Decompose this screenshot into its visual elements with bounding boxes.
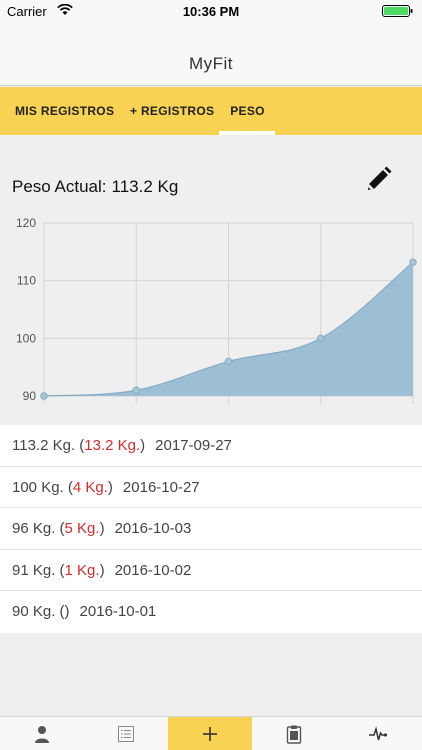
history-row[interactable]: 100 Kg. (4 Kg.) 2016-10-27 [0, 467, 422, 508]
chart-y-tick-label: 100 [16, 331, 36, 345]
chart-point [409, 258, 417, 266]
chart-y-tick-label: 110 [17, 274, 36, 288]
bottom-tab-bar [0, 716, 422, 750]
row-diff: 13.2 Kg. [84, 437, 141, 454]
chart-y-tick-label: 120 [16, 216, 36, 230]
navigation-bar: MyFit [0, 22, 422, 86]
history-row[interactable]: 91 Kg. (1 Kg.) 2016-10-02 [0, 550, 422, 591]
tab-mis-registros[interactable]: MIS REGISTROS [15, 87, 114, 135]
chart-y-ticks: 90 100 110 120 [16, 216, 36, 403]
segment-tab-bar: MIS REGISTROS + REGISTROS PESO [0, 87, 422, 135]
bottom-tab-profile[interactable] [0, 717, 84, 750]
row-weight: 91 Kg. [12, 561, 56, 579]
row-weight: 90 Kg. [12, 603, 56, 620]
weight-chart: 90 100 110 120 [16, 216, 417, 404]
row-weight: 100 Kg. [12, 478, 64, 496]
weight-header: Peso Actual: 113.2 Kg [0, 135, 422, 207]
row-date: 2016-10-27 [122, 478, 200, 496]
row-weight: 113.2 Kg. [12, 437, 76, 454]
chart-point [317, 334, 325, 343]
history-row[interactable]: 96 Kg. (5 Kg.) 2016-10-03 [0, 508, 422, 550]
plus-icon [203, 726, 217, 741]
current-weight-value: 113.2 Kg [111, 177, 179, 196]
row-date: 2016-10-02 [114, 561, 192, 579]
bottom-tab-list[interactable] [84, 717, 168, 750]
chart-point [224, 357, 233, 366]
weight-history-list: 113.2 Kg. (13.2 Kg.) 2017-09-27 100 Kg. (… [0, 425, 422, 633]
status-bar: Carrier 10:36 PM [0, 0, 422, 22]
row-date: 2017-09-27 [155, 437, 232, 454]
bottom-tab-clipboard[interactable] [252, 717, 336, 750]
person-icon [35, 725, 49, 743]
row-weight: 96 Kg. [12, 520, 56, 537]
status-time: 10:36 PM [182, 4, 240, 19]
bottom-tab-add[interactable] [168, 717, 252, 750]
row-diff: 4 Kg. [72, 478, 108, 496]
chart-y-tick-label: 90 [23, 389, 37, 403]
row-date: 2016-10-03 [114, 520, 192, 537]
current-weight-label: Peso Actual: [12, 177, 107, 196]
list-icon [118, 725, 134, 742]
clipboard-icon [286, 725, 302, 744]
app-title: MyFit [188, 54, 234, 73]
pencil-icon[interactable] [364, 166, 392, 194]
bottom-tab-activity[interactable] [336, 717, 420, 750]
tab-peso[interactable]: PESO [220, 87, 275, 135]
heartbeat-icon [369, 725, 388, 740]
battery-icon [382, 5, 413, 17]
history-list-container: 113.2 Kg. (13.2 Kg.) 2017-09-27 100 Kg. (… [0, 425, 422, 633]
screen: Carrier 10:36 PM MyFit MIS REGISTROS + R… [0, 0, 422, 750]
row-diff: 1 Kg. [64, 561, 100, 579]
chart-point [132, 386, 140, 394]
row-date: 2016-10-01 [79, 603, 157, 620]
row-diff: 5 Kg. [64, 520, 100, 537]
tab-add-registros[interactable]: + REGISTROS [130, 87, 214, 135]
current-weight: Peso Actual: 113.2 Kg [12, 177, 178, 197]
history-row[interactable]: 90 Kg. () 2016-10-01 [0, 591, 422, 633]
chart-point [40, 392, 48, 400]
history-row[interactable]: 113.2 Kg. (13.2 Kg.) 2017-09-27 [0, 425, 422, 467]
